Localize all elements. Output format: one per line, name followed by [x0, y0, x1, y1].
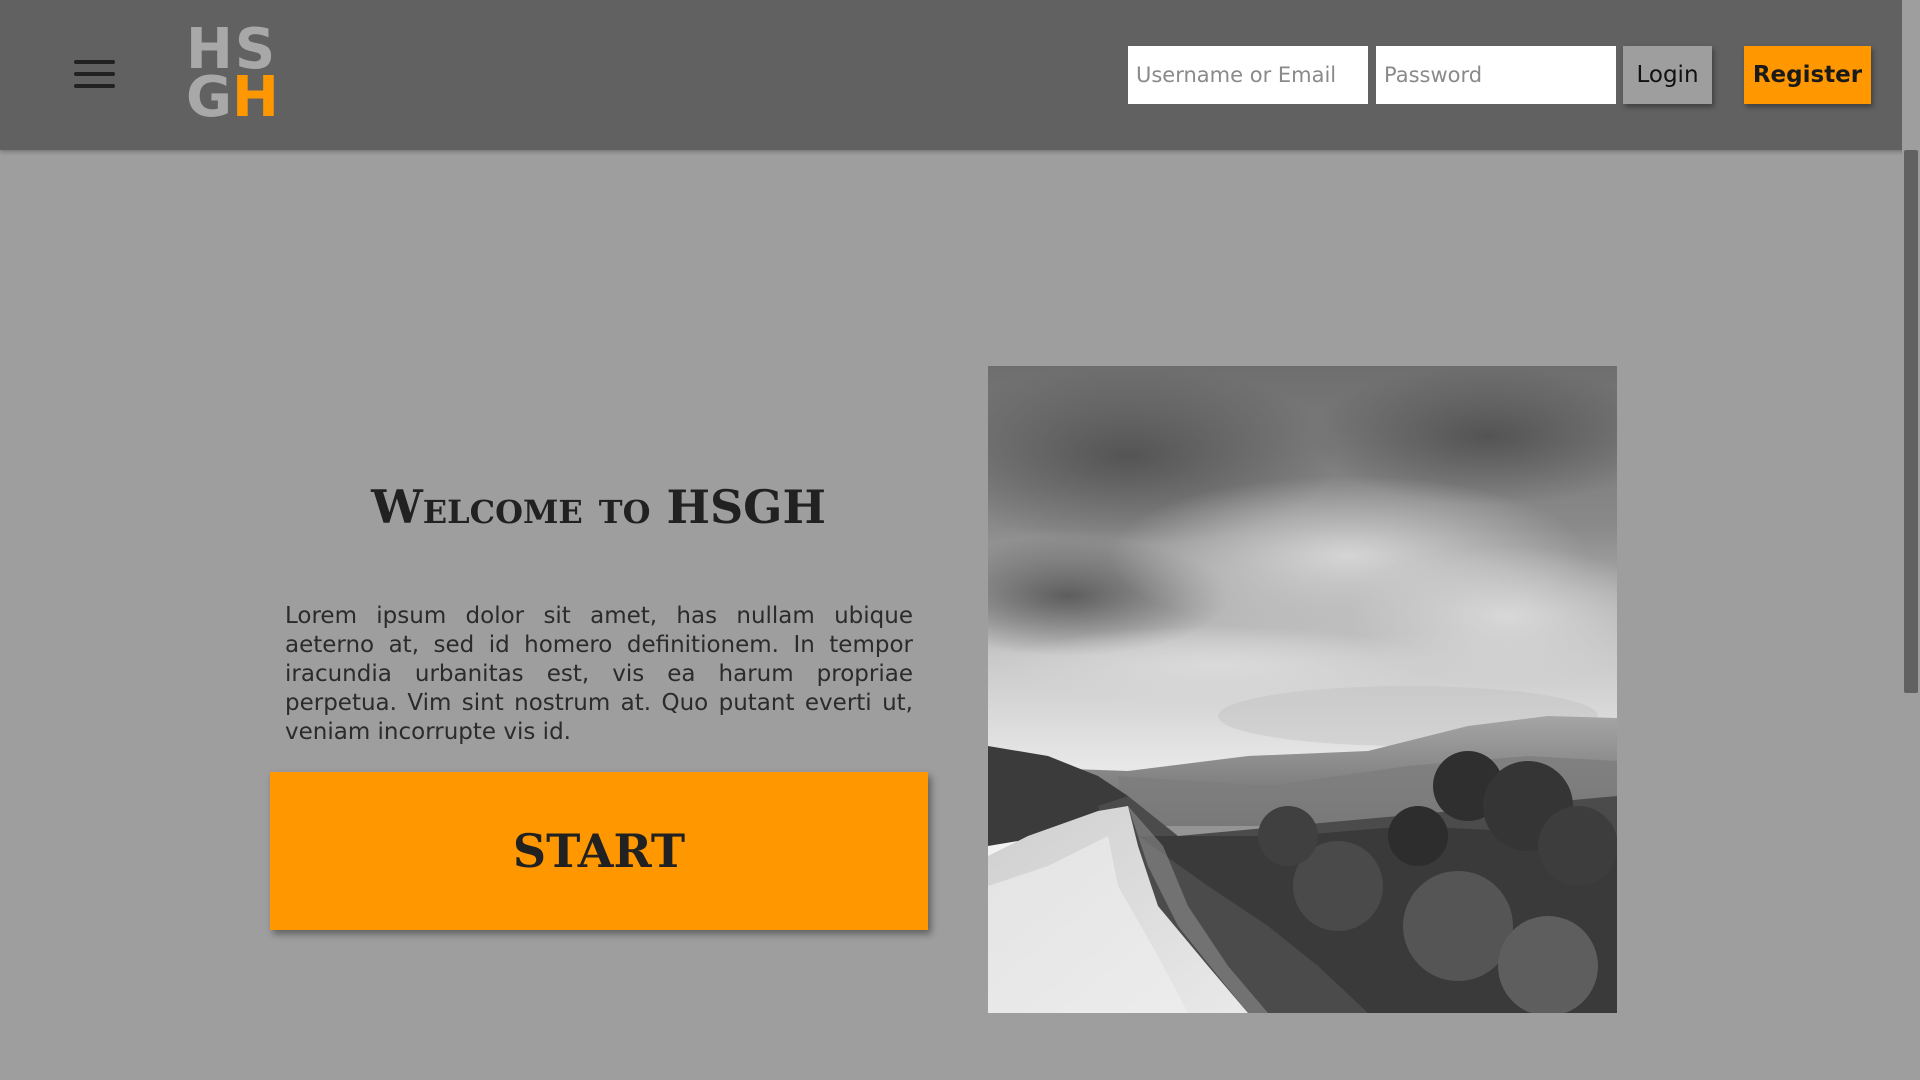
hsgh-logo[interactable]: H S G H: [186, 22, 286, 130]
password-input[interactable]: [1376, 46, 1616, 104]
login-button[interactable]: Login: [1623, 46, 1712, 104]
hamburger-menu-icon[interactable]: [70, 56, 118, 92]
username-or-email-input[interactable]: [1128, 46, 1368, 104]
welcome-title: Welcome to HSGH: [371, 480, 826, 534]
intro-paragraph: Lorem ipsum dolor sit amet, has nullam u…: [285, 603, 913, 745]
menu-line-top: [74, 60, 115, 64]
register-button[interactable]: Register: [1744, 46, 1871, 104]
menu-line-middle: [74, 72, 115, 76]
logo-letter-h-accent: H: [232, 65, 279, 130]
landscape-photo: [988, 366, 1617, 1013]
menu-line-bottom: [74, 84, 115, 88]
start-button[interactable]: START: [270, 772, 928, 930]
logo-letter-g: G: [186, 65, 232, 130]
vertical-scrollbar[interactable]: [1902, 0, 1920, 1080]
top-navigation-bar: H S G H Login Register: [0, 0, 1920, 150]
main-content: Welcome to HSGH Lorem ipsum dolor sit am…: [0, 150, 1902, 1080]
scrollbar-thumb[interactable]: [1904, 150, 1918, 693]
landscape-photo-graphic: [988, 366, 1617, 1013]
